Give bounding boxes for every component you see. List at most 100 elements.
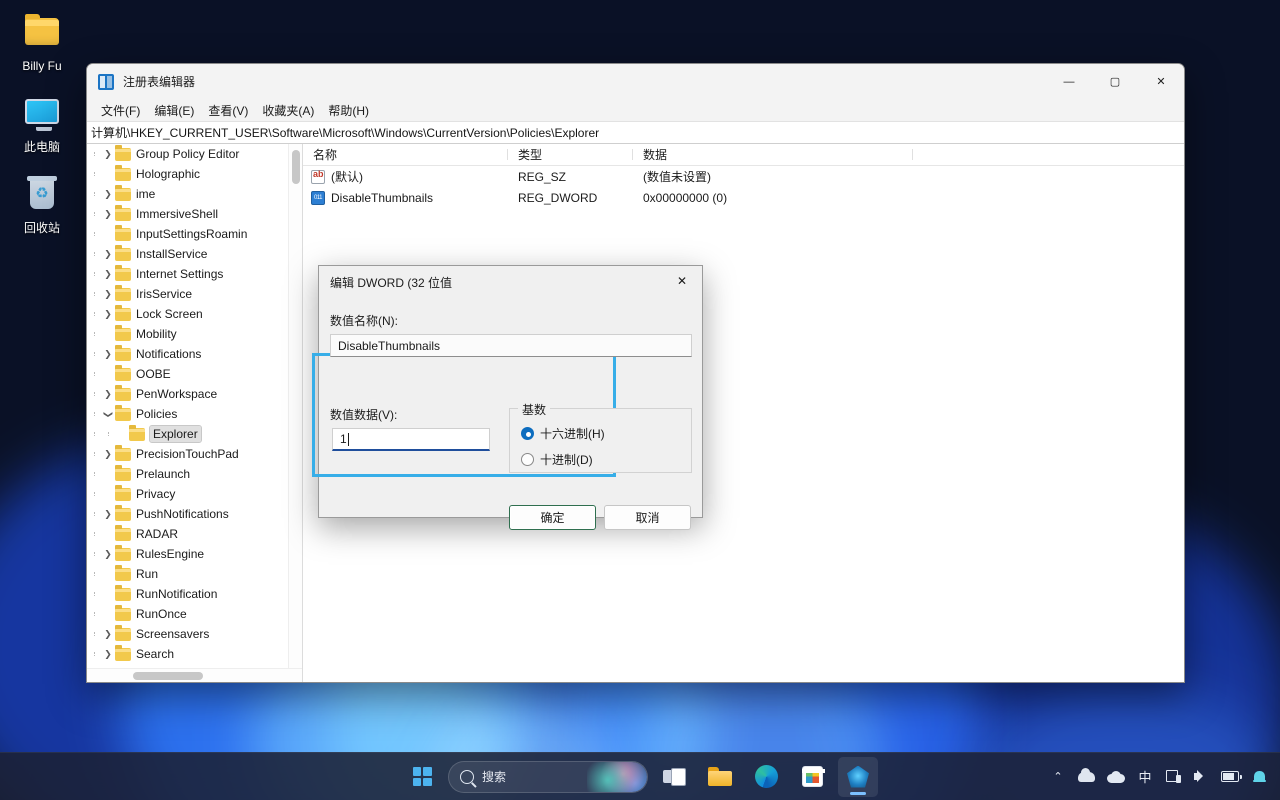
start-button[interactable] bbox=[402, 757, 442, 797]
tree-item-internet-settings[interactable]: ❯Internet Settings bbox=[87, 264, 302, 284]
chevron-right-icon[interactable]: ❯ bbox=[101, 189, 115, 200]
tree-item-mobility[interactable]: Mobility bbox=[87, 324, 302, 344]
desktop-icon-billy-fu[interactable]: Billy Fu bbox=[0, 8, 84, 77]
ok-button[interactable]: 确定 bbox=[509, 505, 596, 530]
address-bar[interactable]: 计算机\HKEY_CURRENT_USER\Software\Microsoft… bbox=[87, 121, 1184, 144]
menu-view[interactable]: 查看(V) bbox=[201, 100, 255, 121]
maximize-button[interactable]: ▢ bbox=[1092, 64, 1138, 99]
tree-item-holographic[interactable]: Holographic bbox=[87, 164, 302, 184]
tree-item-inputsettingsroamin[interactable]: InputSettingsRoamin bbox=[87, 224, 302, 244]
value-data: (数值未设置) bbox=[633, 168, 913, 185]
chevron-right-icon[interactable]: ❯ bbox=[101, 449, 115, 460]
menu-file[interactable]: 文件(F) bbox=[94, 100, 147, 121]
chevron-right-icon[interactable]: ❯ bbox=[101, 209, 115, 220]
menu-help[interactable]: 帮助(H) bbox=[321, 100, 376, 121]
chevron-right-icon[interactable]: ❯ bbox=[101, 549, 115, 560]
chevron-right-icon[interactable]: ❯ bbox=[101, 149, 115, 160]
tree-item-runonce[interactable]: RunOnce bbox=[87, 604, 302, 624]
folder-icon bbox=[115, 348, 131, 361]
column-header-name[interactable]: 名称 bbox=[303, 146, 508, 163]
chevron-right-icon[interactable]: ❯ bbox=[101, 389, 115, 400]
chevron-glyph: ❯ bbox=[104, 449, 112, 460]
tray-show-hidden-icons[interactable]: ⌃ bbox=[1045, 761, 1071, 793]
battery-icon bbox=[1221, 771, 1239, 782]
taskbar-button-task-view[interactable] bbox=[654, 757, 694, 797]
chevron-right-icon[interactable]: ❯ bbox=[101, 309, 115, 320]
tray-onedrive[interactable] bbox=[1102, 761, 1130, 793]
tree-vertical-scroll-thumb[interactable] bbox=[292, 150, 300, 184]
tree-vertical-scrollbar[interactable] bbox=[288, 144, 302, 668]
tree-item-ime[interactable]: ❯ime bbox=[87, 184, 302, 204]
taskbar-button-microsoft-edge[interactable] bbox=[746, 757, 786, 797]
value-name-input[interactable]: DisableThumbnails bbox=[330, 334, 692, 357]
taskbar-button-registry-editor[interactable] bbox=[838, 757, 878, 797]
chevron-right-icon[interactable]: ❯ bbox=[101, 269, 115, 280]
chevron-right-icon[interactable]: ❯ bbox=[101, 649, 115, 660]
tray-notifications[interactable] bbox=[1246, 761, 1272, 793]
radio-decimal[interactable]: 十进制(D) bbox=[521, 451, 593, 468]
registry-tree[interactable]: ❯Group Policy EditorHolographic❯ime❯Imme… bbox=[87, 144, 302, 668]
chevron-right-icon[interactable]: ❯ bbox=[101, 349, 115, 360]
chevron-right-icon[interactable]: ❯ bbox=[101, 289, 115, 300]
close-button[interactable]: ✕ bbox=[1138, 64, 1184, 99]
tree-horizontal-scrollbar[interactable] bbox=[87, 668, 302, 682]
tray-ime-indicator[interactable]: 中 bbox=[1132, 761, 1158, 793]
tree-item-run[interactable]: Run bbox=[87, 564, 302, 584]
tray-network[interactable] bbox=[1160, 761, 1186, 793]
chevron-right-icon[interactable]: ❯ bbox=[101, 629, 115, 640]
desktop-icon-recycle-bin[interactable]: 回收站 bbox=[0, 170, 84, 239]
bell-icon bbox=[1253, 770, 1266, 784]
tree-item-immersiveshell[interactable]: ❯ImmersiveShell bbox=[87, 204, 302, 224]
tree-item-precisiontouchpad[interactable]: ❯PrecisionTouchPad bbox=[87, 444, 302, 464]
window-controls: — ▢ ✕ bbox=[1046, 64, 1184, 99]
tree-item-policies[interactable]: ❯Policies bbox=[87, 404, 302, 424]
tray-cloud-sync[interactable] bbox=[1073, 761, 1100, 793]
column-header-type[interactable]: 类型 bbox=[508, 146, 633, 163]
value-name: DisableThumbnails bbox=[331, 191, 433, 205]
tree-item-lock-screen[interactable]: ❯Lock Screen bbox=[87, 304, 302, 324]
text-caret bbox=[348, 433, 349, 446]
folder-icon bbox=[115, 328, 131, 341]
tree-item-notifications[interactable]: ❯Notifications bbox=[87, 344, 302, 364]
string-value-icon bbox=[311, 170, 325, 184]
registry-tree-pane: ❯Group Policy EditorHolographic❯ime❯Imme… bbox=[87, 144, 303, 682]
tree-item-radar[interactable]: RADAR bbox=[87, 524, 302, 544]
taskbar: 搜索 ⌃ bbox=[0, 752, 1280, 800]
radio-hexadecimal[interactable]: 十六进制(H) bbox=[521, 425, 605, 442]
dialog-close-button[interactable]: ✕ bbox=[662, 266, 702, 296]
cancel-button[interactable]: 取消 bbox=[604, 505, 691, 530]
menu-edit[interactable]: 编辑(E) bbox=[147, 100, 201, 121]
chevron-right-icon[interactable]: ❯ bbox=[101, 509, 115, 520]
tree-item-installservice[interactable]: ❯ InstallService bbox=[87, 244, 302, 264]
column-header-data[interactable]: 数据 bbox=[633, 146, 913, 163]
tree-item-runnotification[interactable]: RunNotification bbox=[87, 584, 302, 604]
taskbar-button-microsoft-store[interactable] bbox=[792, 757, 832, 797]
taskbar-button-file-explorer[interactable] bbox=[700, 757, 740, 797]
table-row[interactable]: DisableThumbnails REG_DWORD 0x00000000 (… bbox=[303, 187, 1184, 208]
value-data-input[interactable]: 1 bbox=[332, 428, 490, 451]
chevron-down-icon[interactable]: ❯ bbox=[101, 409, 115, 420]
tree-item-oobe[interactable]: OOBE bbox=[87, 364, 302, 384]
tray-battery[interactable] bbox=[1216, 761, 1244, 793]
tree-item-explorer[interactable]: Explorer bbox=[87, 424, 302, 444]
tray-volume[interactable] bbox=[1188, 761, 1214, 793]
tree-item-rulesengine[interactable]: ❯RulesEngine bbox=[87, 544, 302, 564]
menu-favorites[interactable]: 收藏夹(A) bbox=[255, 100, 321, 121]
chevron-right-icon[interactable]: ❯ bbox=[101, 249, 115, 260]
minimize-button[interactable]: — bbox=[1046, 64, 1092, 99]
tree-item-prelaunch[interactable]: Prelaunch bbox=[87, 464, 302, 484]
tree-item-group-policy-editor[interactable]: ❯Group Policy Editor bbox=[87, 144, 302, 164]
tree-item-pushnotifications[interactable]: ❯PushNotifications bbox=[87, 504, 302, 524]
tree-item-penworkspace[interactable]: ❯PenWorkspace bbox=[87, 384, 302, 404]
tree-horizontal-scroll-thumb[interactable] bbox=[133, 672, 203, 680]
search-box[interactable]: 搜索 bbox=[448, 761, 648, 793]
tree-item-irisservice[interactable]: ❯IrisService bbox=[87, 284, 302, 304]
chevron-glyph: ❯ bbox=[104, 649, 112, 660]
tree-item-label: InstallService bbox=[136, 246, 207, 262]
tree-item-privacy[interactable]: Privacy bbox=[87, 484, 302, 504]
folder-icon bbox=[115, 508, 131, 521]
table-row[interactable]: (默认) REG_SZ (数值未设置) bbox=[303, 166, 1184, 187]
tree-item-screensavers[interactable]: ❯Screensavers bbox=[87, 624, 302, 644]
desktop-icon-this-pc[interactable]: 此电脑 bbox=[0, 89, 84, 158]
tree-item-search[interactable]: ❯Search bbox=[87, 644, 302, 664]
